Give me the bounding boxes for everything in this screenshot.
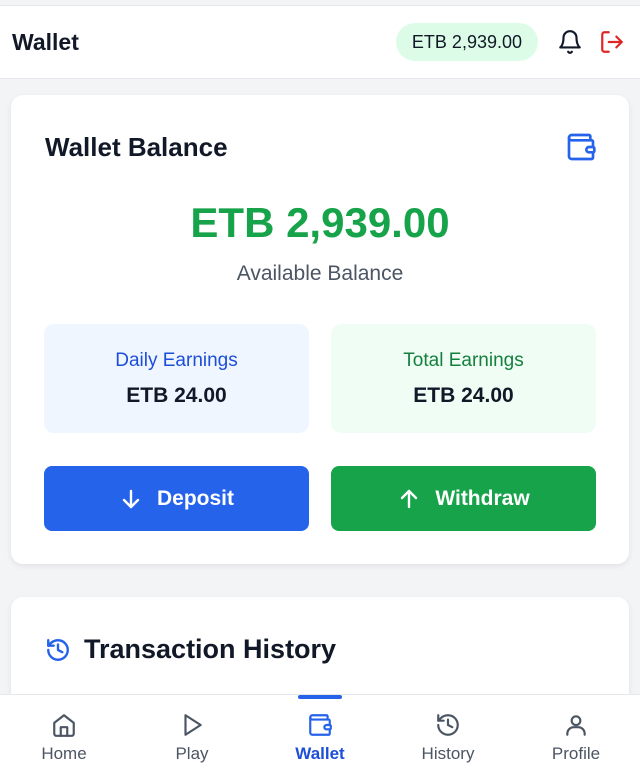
logout-icon — [601, 31, 623, 53]
deposit-label: Deposit — [156, 486, 234, 510]
deposit-button[interactable]: Deposit — [44, 466, 309, 531]
nav-label-play: Play — [175, 744, 209, 763]
bell-icon — [559, 30, 581, 54]
header-balance-badge: ETB 2,939.00 — [395, 23, 538, 61]
available-balance-amount: ETB 2,939.00 — [190, 199, 450, 246]
play-icon — [184, 714, 202, 736]
active-tab-indicator — [298, 695, 342, 699]
wallet-balance-title: Wallet Balance — [45, 131, 228, 162]
nav-item-wallet[interactable]: Wallet — [256, 695, 384, 765]
transaction-history-title: Transaction History — [84, 634, 337, 664]
history-icon — [47, 638, 69, 661]
nav-item-history[interactable]: History — [384, 695, 512, 765]
total-earnings-value: ETB 24.00 — [413, 383, 514, 407]
nav-item-play[interactable]: Play — [128, 695, 256, 765]
available-balance-caption: Available Balance — [236, 262, 404, 285]
daily-earnings-label: Daily Earnings — [115, 349, 238, 371]
daily-earnings-box: Daily Earnings ETB 24.00 — [44, 324, 309, 433]
history-card-header: Transaction History — [45, 634, 336, 665]
logout-button[interactable] — [596, 26, 628, 58]
wallet-icon — [567, 133, 596, 161]
nav-label-home: Home — [41, 744, 87, 763]
home-icon — [53, 714, 75, 737]
nav-item-profile[interactable]: Profile — [512, 695, 640, 765]
nav-item-home[interactable]: Home — [0, 695, 128, 765]
nav-label-profile: Profile — [551, 744, 601, 763]
balance-card-header: Wallet Balance — [45, 131, 597, 163]
total-earnings-box: Total Earnings ETB 24.00 — [331, 324, 596, 433]
total-earnings-label: Total Earnings — [403, 349, 524, 371]
withdraw-label: Withdraw — [435, 486, 530, 510]
app-header: Wallet ETB 2,939.00 — [0, 6, 640, 79]
page-title: Wallet — [12, 28, 79, 55]
bottom-navigation: Home Play Wallet History Profile — [0, 694, 640, 765]
nav-label-wallet: Wallet — [295, 744, 345, 763]
arrow-up-icon — [401, 489, 418, 508]
nav-label-history: History — [421, 744, 475, 763]
history-icon — [437, 714, 459, 736]
wallet-balance-card: Wallet Balance ETB 2,939.00 Available Ba… — [11, 95, 629, 564]
user-icon — [566, 715, 586, 736]
daily-earnings-value: ETB 24.00 — [126, 383, 227, 407]
notifications-button[interactable] — [554, 26, 586, 58]
withdraw-button[interactable]: Withdraw — [331, 466, 596, 531]
wallet-icon — [309, 714, 332, 736]
arrow-down-icon — [122, 489, 140, 508]
